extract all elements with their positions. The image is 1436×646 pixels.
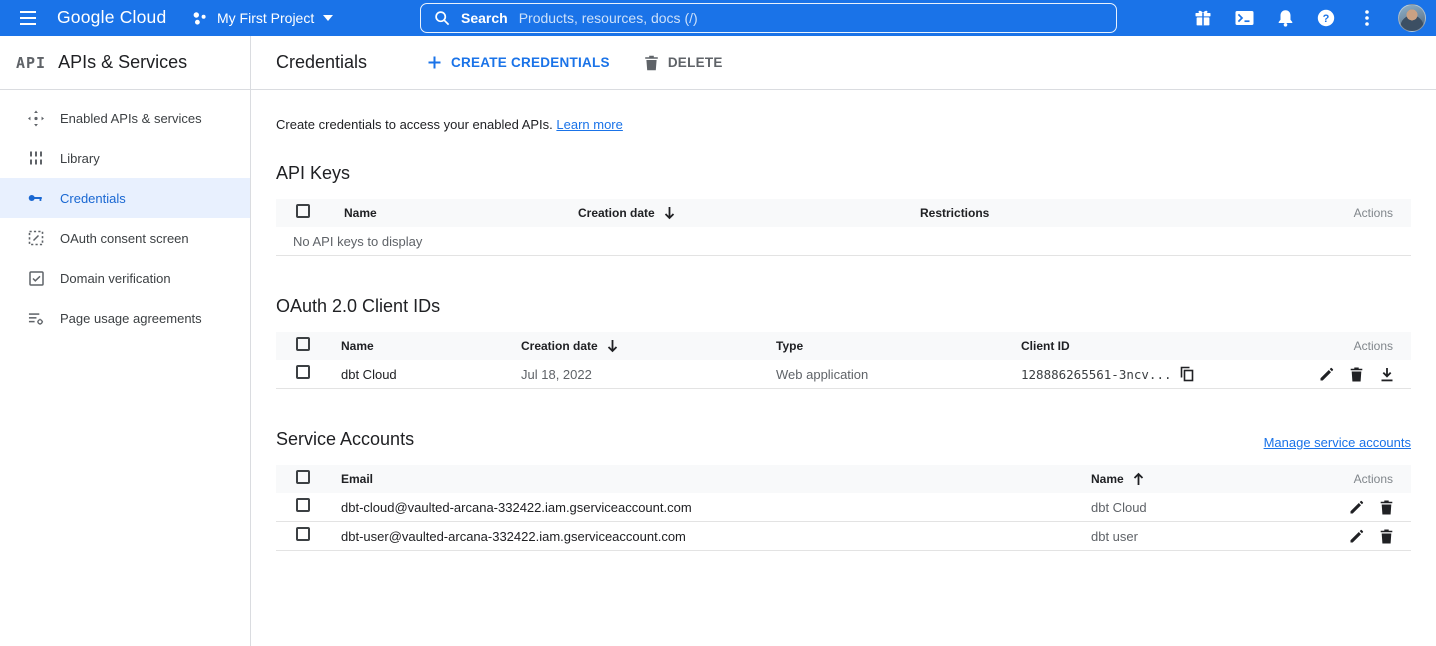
sort-desc-icon[interactable] [663,206,676,220]
api-product-icon: API [16,54,46,72]
sidebar-item-oauth-consent[interactable]: OAuth consent screen [0,218,250,258]
oauth-clients-table: Name Creation date Type Client ID Action… [276,332,1411,389]
sort-asc-icon[interactable] [1132,472,1145,486]
top-navigation-bar: Google Cloud My First Project Search Pro… [0,0,1436,36]
library-icon [28,150,44,166]
sidebar: Enabled APIs & services Library Credenti… [0,90,251,646]
svg-text:?: ? [1323,13,1330,25]
row-checkbox[interactable] [296,527,310,541]
service-accounts-header-row: Email Name Actions [276,465,1411,493]
enabled-apis-icon [28,110,44,127]
service-account-email: dbt-cloud@vaulted-arcana-332422.iam.gser… [341,500,1091,515]
row-checkbox[interactable] [296,365,310,379]
oauth-client-id: 128886265561-3ncv... [1021,366,1279,382]
project-icon [191,10,208,27]
table-row: dbt-cloud@vaulted-arcana-332422.iam.gser… [276,493,1411,522]
sidebar-item-enabled-apis[interactable]: Enabled APIs & services [0,98,250,138]
page-title: Credentials [276,52,367,73]
help-icon[interactable]: ? [1316,8,1336,28]
row-actions [1311,499,1411,516]
table-row: dbt Cloud Jul 18, 2022 Web application 1… [276,360,1411,389]
app-header: API APIs & Services Credentials CREATE C… [0,36,1436,90]
topbar-actions: ? [1193,0,1426,36]
caret-down-icon [323,15,333,21]
avatar[interactable] [1398,4,1426,32]
manage-service-accounts-link[interactable]: Manage service accounts [1264,435,1411,450]
search-label: Search [461,10,508,26]
project-switcher[interactable]: My First Project [191,6,333,30]
notifications-bell-icon[interactable] [1275,8,1295,28]
delete-trash-icon[interactable] [1378,499,1395,516]
edit-pencil-icon[interactable] [1318,366,1335,383]
service-account-email: dbt-user@vaulted-arcana-332422.iam.gserv… [341,529,1091,544]
oauth-clients-header-row: Name Creation date Type Client ID Action… [276,332,1411,360]
delete-button[interactable]: DELETE [636,49,731,77]
api-keys-table: Name Creation date Restrictions Actions … [276,199,1411,256]
edit-pencil-icon[interactable] [1348,499,1365,516]
download-icon[interactable] [1378,366,1395,383]
oauth-client-creation-date: Jul 18, 2022 [521,367,776,382]
copy-icon[interactable] [1180,366,1194,382]
select-all-checkbox[interactable] [296,337,310,351]
create-credentials-button[interactable]: CREATE CREDENTIALS [419,49,618,76]
page-usage-icon [28,311,44,326]
oauth-consent-icon [28,230,44,246]
plus-icon [427,55,442,70]
sidebar-item-domain-verification[interactable]: Domain verification [0,258,250,298]
sort-desc-icon[interactable] [606,339,619,353]
search-placeholder: Products, resources, docs (/) [519,10,698,26]
row-checkbox[interactable] [296,498,310,512]
intro-text: Create credentials to access your enable… [276,117,1411,132]
gift-icon[interactable] [1193,8,1213,28]
select-all-checkbox[interactable] [296,204,310,218]
select-all-checkbox[interactable] [296,470,310,484]
search-input[interactable]: Search Products, resources, docs (/) [420,3,1117,33]
sidebar-item-credentials[interactable]: Credentials [0,178,250,218]
service-accounts-title: Service Accounts [276,429,414,450]
more-vert-icon[interactable] [1357,8,1377,28]
service-account-name: dbt user [1091,529,1311,544]
api-keys-title: API Keys [276,163,350,184]
edit-pencil-icon[interactable] [1348,528,1365,545]
delete-trash-icon[interactable] [1348,366,1365,383]
delete-trash-icon[interactable] [1378,528,1395,545]
search-icon [434,10,450,26]
product-title: APIs & Services [58,52,187,73]
service-accounts-table: Email Name Actions dbt-cloud@vaulted-arc… [276,465,1411,551]
table-row: dbt-user@vaulted-arcana-332422.iam.gserv… [276,522,1411,551]
service-account-name: dbt Cloud [1091,500,1311,515]
page-header: Credentials CREATE CREDENTIALS DELETE [251,36,1436,89]
oauth-client-name: dbt Cloud [341,367,521,382]
cloud-shell-icon[interactable] [1234,8,1254,28]
oauth-clients-title: OAuth 2.0 Client IDs [276,296,440,317]
key-icon [28,193,44,203]
sidebar-item-page-usage[interactable]: Page usage agreements [0,298,250,338]
project-name: My First Project [217,10,314,26]
product-header: API APIs & Services [0,36,251,89]
oauth-client-type: Web application [776,367,1021,382]
row-actions [1311,528,1411,545]
google-cloud-logo[interactable]: Google Cloud [57,7,166,28]
hamburger-menu-icon[interactable] [16,7,40,29]
api-keys-empty-message: No API keys to display [276,227,1411,256]
sidebar-item-library[interactable]: Library [0,138,250,178]
domain-verification-icon [28,271,44,286]
main-content: Create credentials to access your enable… [251,90,1436,646]
row-actions [1279,366,1411,383]
learn-more-link[interactable]: Learn more [556,117,622,132]
api-keys-header-row: Name Creation date Restrictions Actions [276,199,1411,227]
trash-icon [644,55,659,71]
